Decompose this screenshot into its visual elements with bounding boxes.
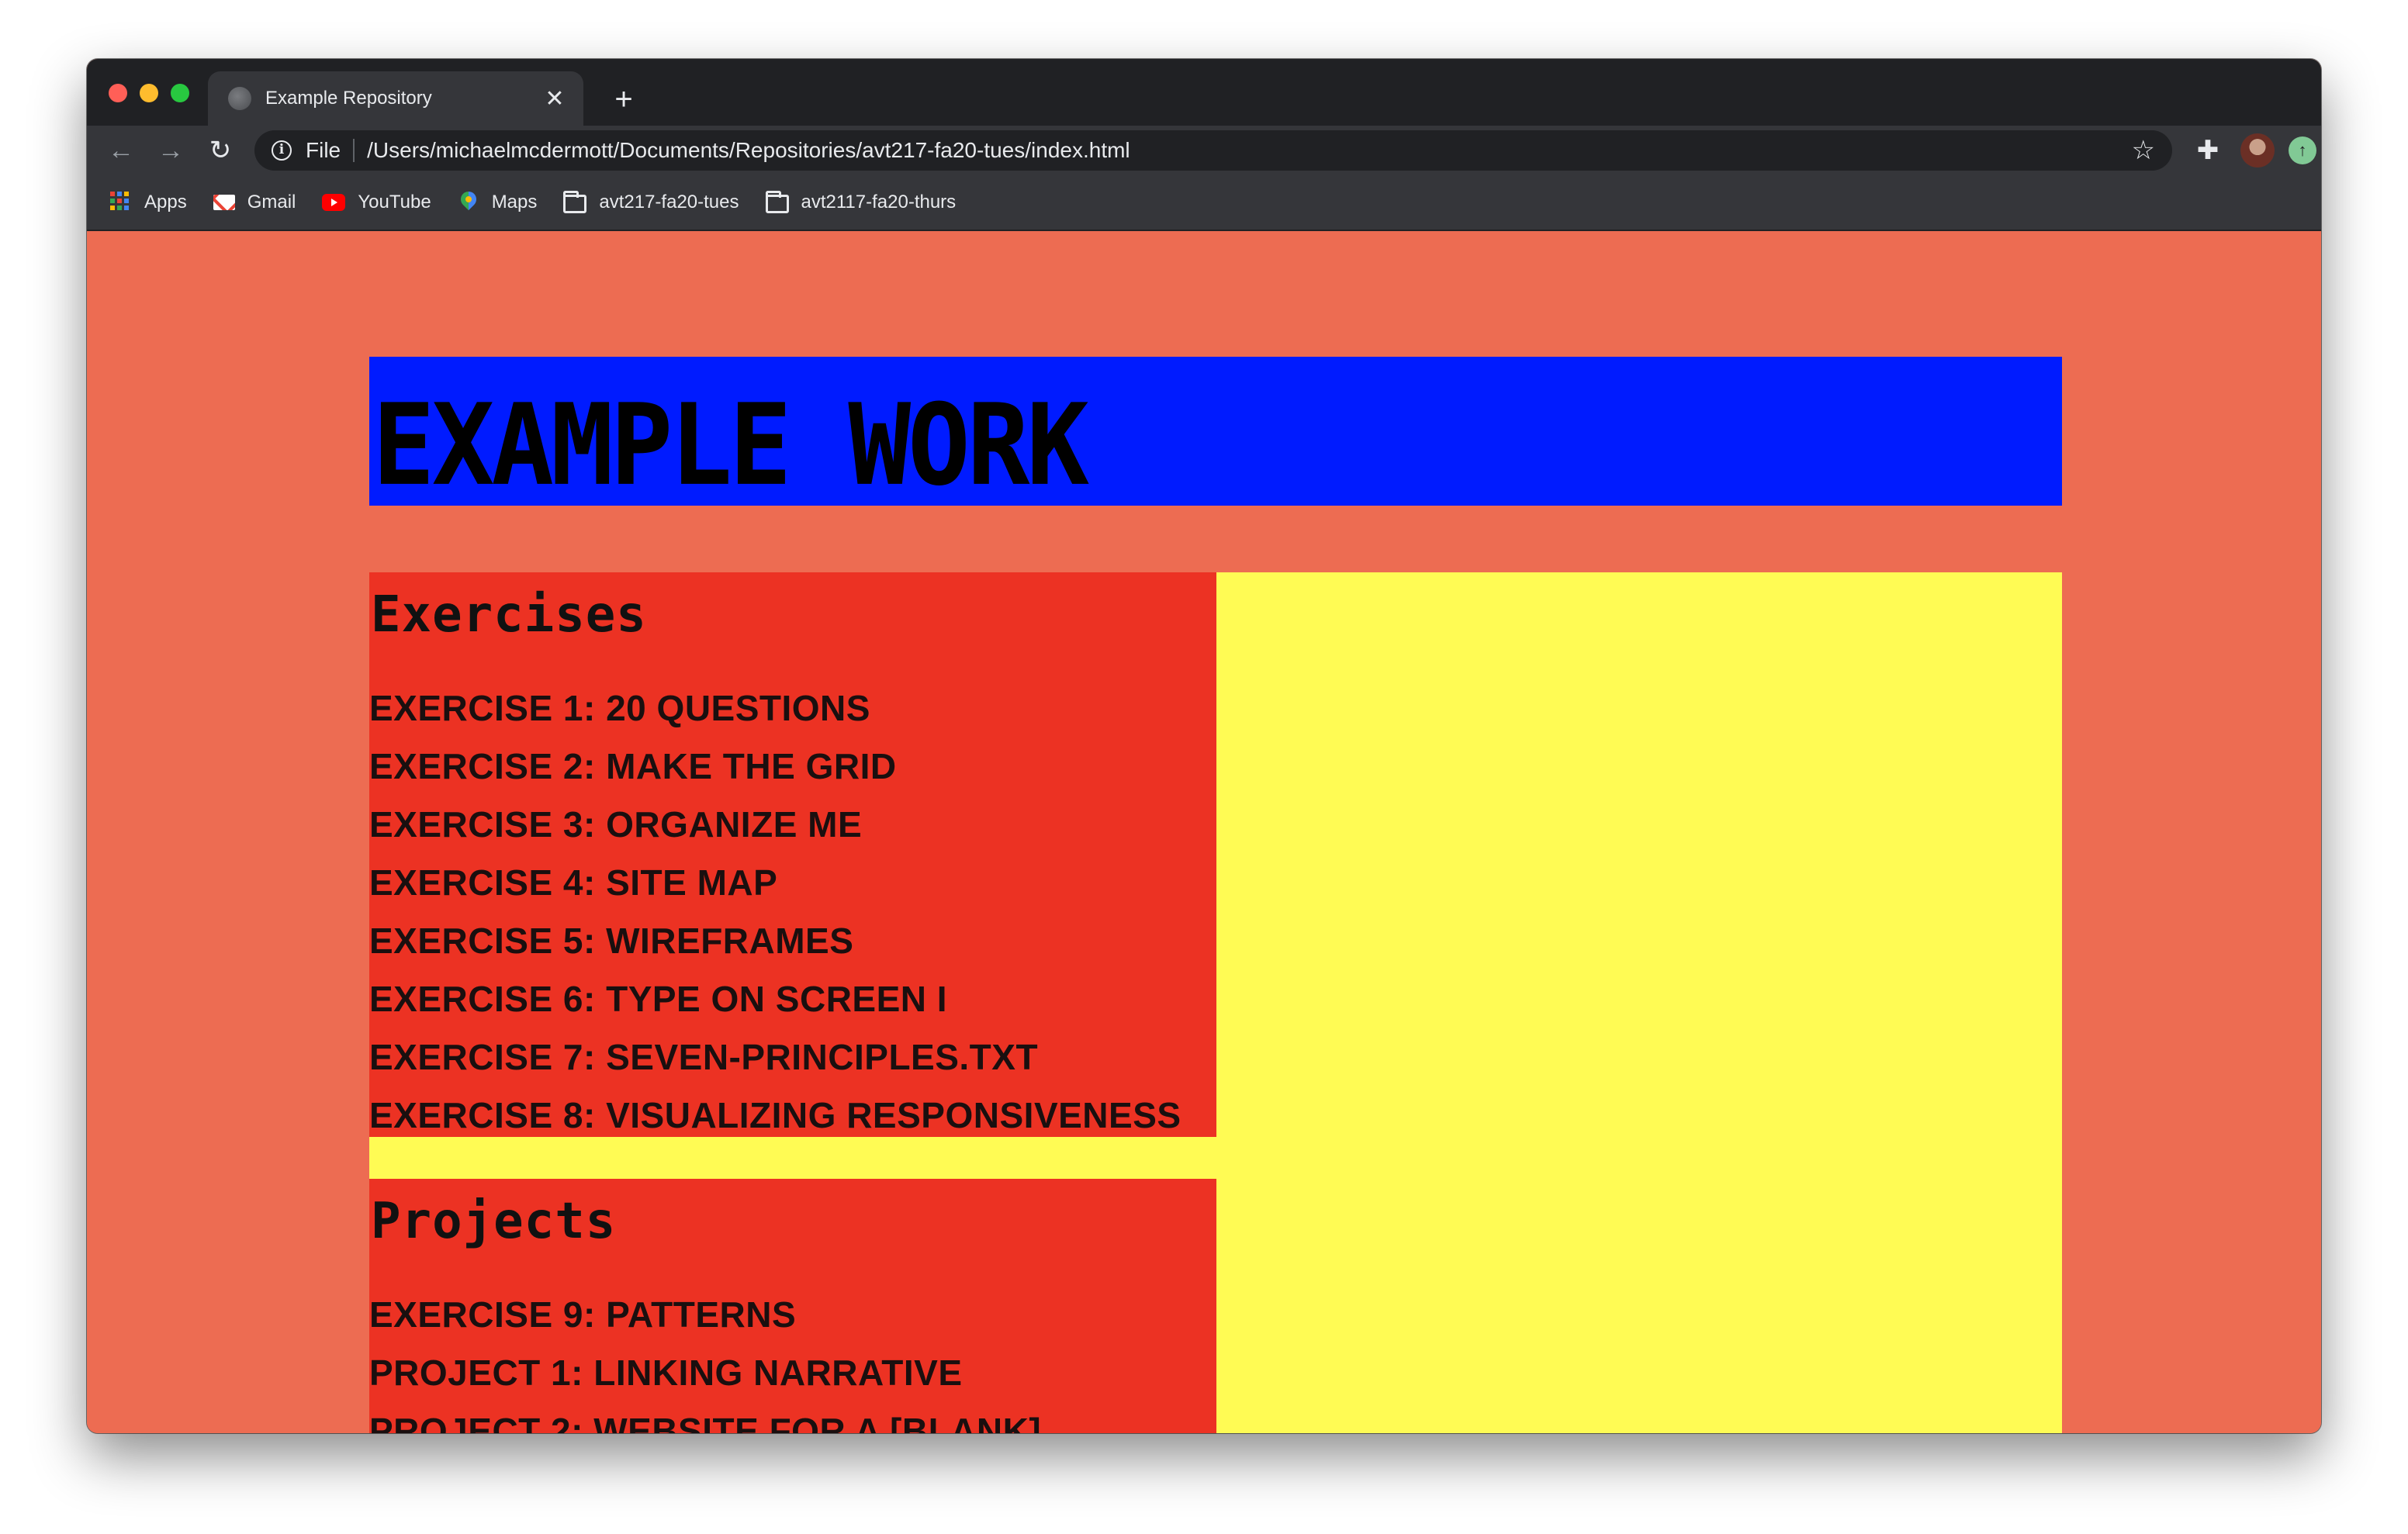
reload-button[interactable]: ↻ (200, 130, 240, 171)
bookmark-label: Gmail (247, 192, 296, 212)
update-arrow-icon[interactable]: ↑ (2289, 136, 2316, 164)
exercise-link[interactable]: EXERCISE 1: 20 QUESTIONS (369, 679, 1216, 738)
profile-avatar[interactable] (2240, 133, 2275, 168)
apps-grid-icon (110, 192, 132, 213)
exercises-section: Exercises EXERCISE 1: 20 QUESTIONS EXERC… (369, 572, 1216, 1137)
projects-section: Projects EXERCISE 9: PATTERNS PROJECT 1:… (369, 1179, 1216, 1433)
exercise-link[interactable]: EXERCISE 4: SITE MAP (369, 854, 1216, 912)
bookmark-label: Maps (491, 192, 538, 212)
address-bar[interactable]: i File /Users/michaelmcdermott/Documents… (254, 130, 2172, 171)
gmail-icon (213, 192, 235, 213)
bookmark-label: avt217-fa20-tues (599, 192, 739, 212)
url-separator (353, 139, 355, 162)
forward-button[interactable]: → (150, 130, 191, 171)
close-tab-icon[interactable]: ✕ (543, 85, 566, 112)
bookmark-maps[interactable]: Maps (458, 192, 538, 213)
exercise-link[interactable]: EXERCISE 8: VISUALIZING RESPONSIVENESS (369, 1087, 1216, 1145)
tab-title: Example Repository (265, 88, 432, 109)
extensions-puzzle-icon[interactable]: ✚ (2192, 135, 2223, 166)
new-tab-button[interactable]: + (602, 78, 645, 121)
exercise-link[interactable]: EXERCISE 6: TYPE ON SCREEN I (369, 970, 1216, 1028)
bookmark-label: Apps (144, 192, 187, 212)
bookmark-folder-avt217-fa20-tues[interactable]: avt217-fa20-tues (563, 191, 739, 213)
url-scheme-label: File (306, 138, 341, 162)
projects-list: EXERCISE 9: PATTERNS PROJECT 1: LINKING … (369, 1286, 1216, 1433)
exercises-list: EXERCISE 1: 20 QUESTIONS EXERCISE 2: MAK… (369, 679, 1216, 1145)
bookmark-apps[interactable]: Apps (110, 192, 187, 213)
page-title: EXAMPLE WORK (372, 380, 1089, 511)
site-info-icon[interactable]: i (272, 140, 292, 161)
exercise-link[interactable]: EXERCISE 2: MAKE THE GRID (369, 738, 1216, 796)
bookmark-star-icon[interactable]: ☆ (2132, 135, 2155, 166)
bookmark-label: avt2117-fa20-thurs (801, 192, 957, 212)
exercise-link[interactable]: EXERCISE 5: WIREFRAMES (369, 912, 1216, 970)
minimize-window-button[interactable] (140, 84, 158, 102)
folder-icon (563, 191, 587, 213)
bookmarks-bar: Apps Gmail YouTube Maps avt217-fa20-tues… (87, 175, 2321, 231)
exercise-link[interactable]: EXERCISE 3: ORGANIZE ME (369, 796, 1216, 854)
back-button[interactable]: ← (101, 130, 141, 171)
tab-strip: Example Repository ✕ + (87, 59, 2321, 126)
project-link[interactable]: EXERCISE 9: PATTERNS (369, 1286, 1216, 1344)
exercise-link[interactable]: EXERCISE 7: SEVEN-PRINCIPLES.TXT (369, 1028, 1216, 1087)
globe-icon (228, 87, 251, 110)
project-link[interactable]: PROJECT 2: WEBSITE FOR A [BLANK] (369, 1402, 1216, 1433)
browser-window: Example Repository ✕ + ← → ↻ i File /Use… (87, 59, 2321, 1433)
bookmark-gmail[interactable]: Gmail (213, 192, 296, 213)
bookmark-youtube[interactable]: YouTube (322, 192, 431, 213)
url-text[interactable]: /Users/michaelmcdermott/Documents/Reposi… (367, 138, 2131, 163)
bookmark-label: YouTube (358, 192, 431, 212)
exercises-heading: Exercises (371, 586, 647, 644)
maps-icon (458, 192, 479, 213)
bookmark-folder-avt2117-fa20-thurs[interactable]: avt2117-fa20-thurs (765, 191, 957, 213)
projects-heading: Projects (371, 1193, 617, 1250)
toolbar: ← → ↻ i File /Users/michaelmcdermott/Doc… (87, 126, 2321, 175)
project-link[interactable]: PROJECT 1: LINKING NARRATIVE (369, 1344, 1216, 1402)
page-content: EXAMPLE WORK Exercises EXERCISE 1: 20 QU… (87, 231, 2321, 1433)
close-window-button[interactable] (109, 84, 127, 102)
zoom-window-button[interactable] (171, 84, 189, 102)
tab-example-repository[interactable]: Example Repository ✕ (208, 71, 583, 126)
folder-icon (765, 191, 789, 213)
hero-banner: EXAMPLE WORK (369, 357, 2062, 510)
youtube-icon (322, 192, 346, 213)
